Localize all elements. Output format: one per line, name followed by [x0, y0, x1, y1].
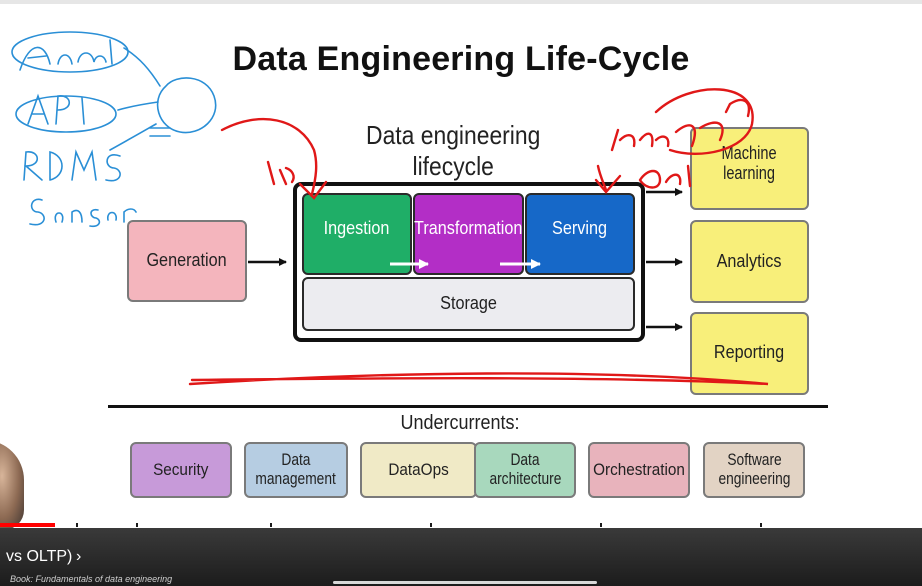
chapter-marker [760, 523, 762, 527]
video-frame[interactable]: Data Engineering Life-Cycle Data enginee… [0, 0, 922, 586]
chapter-marker [136, 523, 138, 527]
handwritten-annotations [11, 31, 769, 386]
red-annotations [188, 88, 769, 386]
chapter-title-link[interactable]: vs OLTP) [6, 548, 72, 566]
chapter-marker [270, 523, 272, 527]
chapter-marker [76, 523, 78, 527]
chapter-marker [430, 523, 432, 527]
book-caption: Book: Fundamentals of data engineering [10, 574, 173, 584]
chevron-right-icon[interactable]: › [76, 548, 81, 566]
chapter-marker [600, 523, 602, 527]
scrub-handle-bar[interactable] [333, 581, 597, 584]
progress-fill [0, 523, 56, 527]
progress-track[interactable] [0, 523, 922, 527]
blue-source-notes [11, 31, 217, 228]
